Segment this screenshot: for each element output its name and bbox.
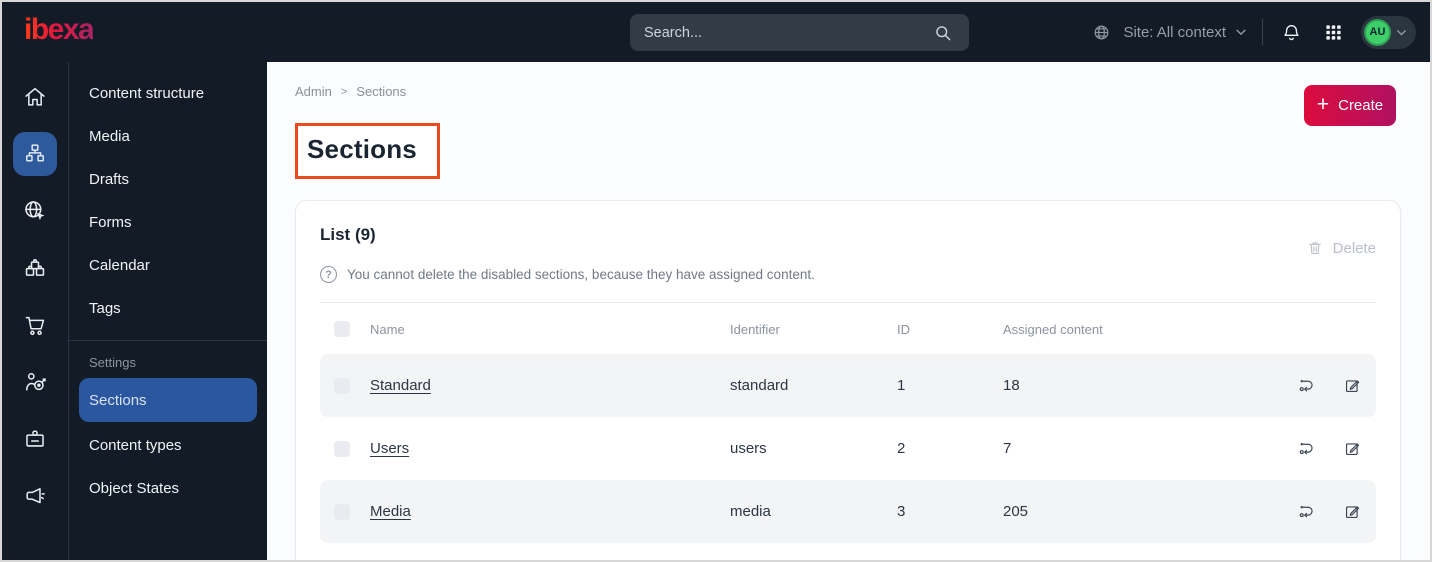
section-assigned-content: 7 bbox=[1003, 440, 1012, 457]
page-title-highlight: Sections bbox=[295, 123, 440, 179]
products-boxes-icon bbox=[25, 259, 45, 276]
site-context-switcher[interactable]: Site: All context bbox=[1087, 18, 1248, 46]
create-button[interactable]: + Create bbox=[1304, 85, 1396, 126]
assign-content-icon[interactable] bbox=[1297, 439, 1316, 458]
table-row: Users users 2 7 bbox=[320, 417, 1376, 480]
app-grid-icon[interactable] bbox=[1319, 18, 1347, 46]
edit-icon[interactable] bbox=[1343, 376, 1362, 395]
site-context-label: Site: All context bbox=[1123, 23, 1226, 41]
create-button-label: Create bbox=[1338, 97, 1384, 114]
icon-rail bbox=[2, 62, 69, 560]
section-name-link[interactable]: Media bbox=[370, 503, 411, 520]
page-title: Sections bbox=[307, 134, 417, 164]
section-name-link[interactable]: Standard bbox=[370, 377, 431, 394]
section-id: 1 bbox=[897, 377, 906, 394]
rail-item-site[interactable] bbox=[13, 189, 57, 233]
user-menu[interactable]: AU bbox=[1361, 15, 1416, 49]
rail-item-segments[interactable] bbox=[13, 360, 57, 404]
site-globe-icon bbox=[25, 201, 45, 221]
select-all-checkbox[interactable] bbox=[334, 321, 350, 337]
menu-item-calendar[interactable]: Calendar bbox=[69, 244, 267, 287]
rail-item-dashboard[interactable] bbox=[13, 75, 57, 119]
menu-item-forms[interactable]: Forms bbox=[69, 201, 267, 244]
column-header-assigned-content: Assigned content bbox=[1003, 321, 1103, 337]
topbar: ibexa Site: All context bbox=[2, 2, 1430, 62]
delete-button[interactable]: Delete bbox=[1306, 239, 1376, 257]
chevron-down-icon bbox=[1236, 29, 1246, 36]
global-search[interactable] bbox=[630, 14, 969, 51]
personalization-badge-icon bbox=[26, 430, 44, 447]
section-identifier: standard bbox=[730, 377, 789, 394]
topbar-divider bbox=[1262, 19, 1263, 45]
card-divider bbox=[320, 302, 1376, 303]
column-header-id: ID bbox=[897, 321, 910, 337]
breadcrumb-sections[interactable]: Sections bbox=[356, 84, 406, 99]
assign-content-icon[interactable] bbox=[1297, 502, 1316, 521]
rail-item-personalization[interactable] bbox=[13, 417, 57, 461]
rail-item-content[interactable] bbox=[13, 132, 57, 176]
home-icon bbox=[25, 87, 45, 106]
topbar-right-cluster: Site: All context AU bbox=[1087, 2, 1416, 62]
search-input[interactable] bbox=[644, 24, 929, 41]
breadcrumb-admin[interactable]: Admin bbox=[295, 84, 332, 99]
breadcrumb: Admin > Sections bbox=[295, 84, 1396, 99]
menu-item-object-states[interactable]: Object States bbox=[69, 467, 267, 510]
assign-content-icon[interactable] bbox=[1297, 376, 1316, 395]
row-checkbox[interactable] bbox=[334, 377, 350, 394]
content-structure-icon bbox=[26, 144, 44, 162]
rail-item-commerce[interactable] bbox=[13, 303, 57, 347]
section-name-link[interactable]: Users bbox=[370, 440, 409, 457]
section-identifier: media bbox=[730, 503, 771, 520]
chevron-down-icon bbox=[1397, 29, 1406, 35]
table-row: Media media 3 205 bbox=[320, 480, 1376, 543]
delete-button-label: Delete bbox=[1332, 239, 1376, 257]
notifications-bell-icon[interactable] bbox=[1277, 18, 1305, 46]
promotions-megaphone-icon bbox=[26, 488, 45, 504]
menu-item-content-structure[interactable]: Content structure bbox=[69, 72, 267, 115]
list-help: ? You cannot delete the disabled section… bbox=[320, 266, 1376, 283]
row-checkbox[interactable] bbox=[334, 503, 350, 520]
row-checkbox[interactable] bbox=[334, 440, 350, 457]
section-identifier: users bbox=[730, 440, 767, 457]
commerce-cart-icon bbox=[25, 316, 45, 336]
table-row: Standard standard 1 18 bbox=[320, 354, 1376, 417]
rail-item-promotions[interactable] bbox=[13, 474, 57, 518]
ibexa-logo[interactable]: ibexa bbox=[24, 15, 95, 49]
secondary-menu: Content structure Media Drafts Forms Cal… bbox=[69, 62, 267, 560]
settings-group-label: Settings bbox=[89, 355, 136, 370]
sections-list-card: List (9) Delete ? You cannot delete the … bbox=[295, 200, 1401, 560]
trash-icon bbox=[1308, 242, 1321, 255]
globe-icon bbox=[1087, 18, 1115, 46]
edit-icon[interactable] bbox=[1343, 502, 1362, 521]
section-id: 3 bbox=[897, 503, 906, 520]
plus-icon: + bbox=[1316, 93, 1330, 116]
menu-item-tags[interactable]: Tags bbox=[69, 287, 267, 330]
breadcrumb-separator: > bbox=[340, 85, 348, 98]
ibexa-admin-page: ibexa Site: All context bbox=[0, 0, 1432, 562]
search-icon[interactable] bbox=[929, 19, 957, 47]
table-header: Name Identifier ID Assigned content bbox=[320, 316, 1376, 342]
list-help-text: You cannot delete the disabled sections,… bbox=[347, 267, 815, 282]
help-circle-icon: ? bbox=[320, 266, 337, 283]
column-header-name: Name bbox=[370, 321, 405, 337]
section-assigned-content: 18 bbox=[1003, 377, 1020, 394]
column-header-identifier: Identifier bbox=[730, 321, 780, 337]
main-content: Admin > Sections + Create Sections List … bbox=[267, 62, 1430, 560]
menu-item-drafts[interactable]: Drafts bbox=[69, 158, 267, 201]
rail-item-products[interactable] bbox=[13, 246, 57, 290]
section-id: 2 bbox=[897, 440, 906, 457]
menu-item-content-types[interactable]: Content types bbox=[69, 424, 267, 467]
list-title: List (9) bbox=[320, 225, 376, 244]
menu-item-sections[interactable]: Sections bbox=[79, 378, 257, 422]
segments-target-icon bbox=[26, 373, 46, 391]
edit-icon[interactable] bbox=[1343, 439, 1362, 458]
section-assigned-content: 205 bbox=[1003, 503, 1029, 520]
menu-item-media[interactable]: Media bbox=[69, 115, 267, 158]
avatar[interactable]: AU bbox=[1364, 18, 1391, 46]
